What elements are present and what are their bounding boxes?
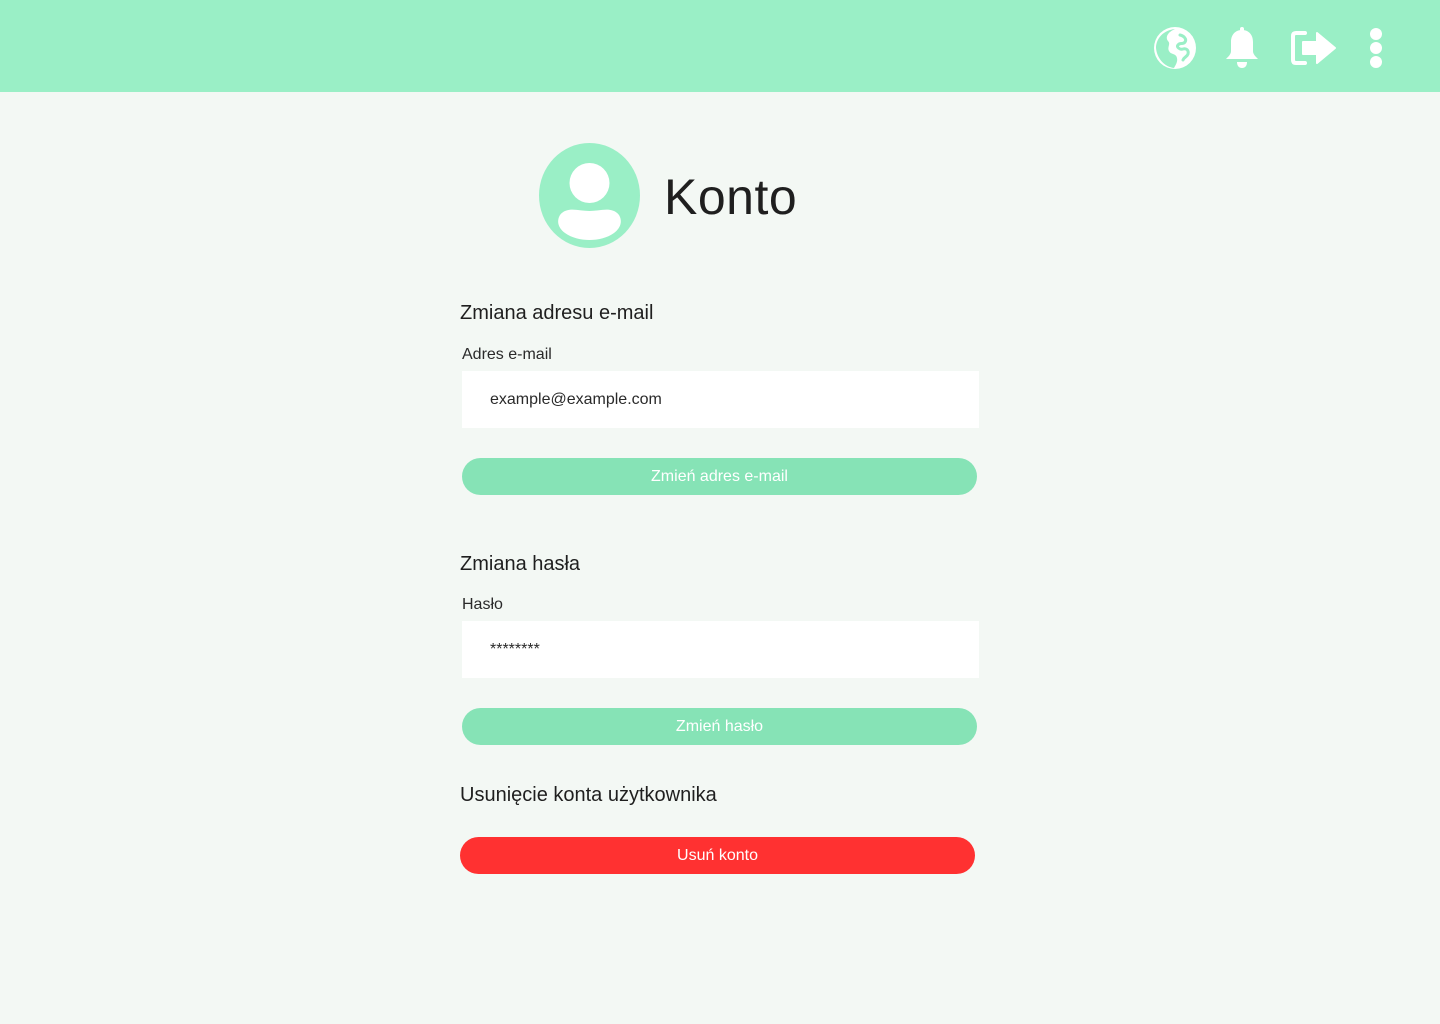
email-field[interactable] (462, 371, 979, 428)
bell-icon[interactable] (1220, 26, 1264, 70)
page-title: Konto (664, 169, 798, 225)
change-password-button[interactable]: Zmień hasło (462, 708, 977, 745)
password-field[interactable] (462, 621, 979, 678)
change-email-button[interactable]: Zmień adres e-mail (462, 458, 977, 495)
password-section-title: Zmiana hasła (460, 553, 581, 575)
globe-icon[interactable] (1153, 26, 1197, 70)
logout-icon[interactable] (1290, 26, 1338, 70)
user-avatar-icon (539, 143, 640, 248)
delete-account-section-title: Usunięcie konta użytkownika (460, 784, 717, 806)
email-field-label: Adres e-mail (462, 346, 552, 363)
top-bar (0, 0, 1440, 92)
more-vertical-icon[interactable] (1358, 26, 1394, 70)
password-field-label: Hasło (462, 596, 503, 613)
delete-account-button[interactable]: Usuń konto (460, 837, 975, 874)
email-section-title: Zmiana adresu e-mail (460, 302, 654, 324)
